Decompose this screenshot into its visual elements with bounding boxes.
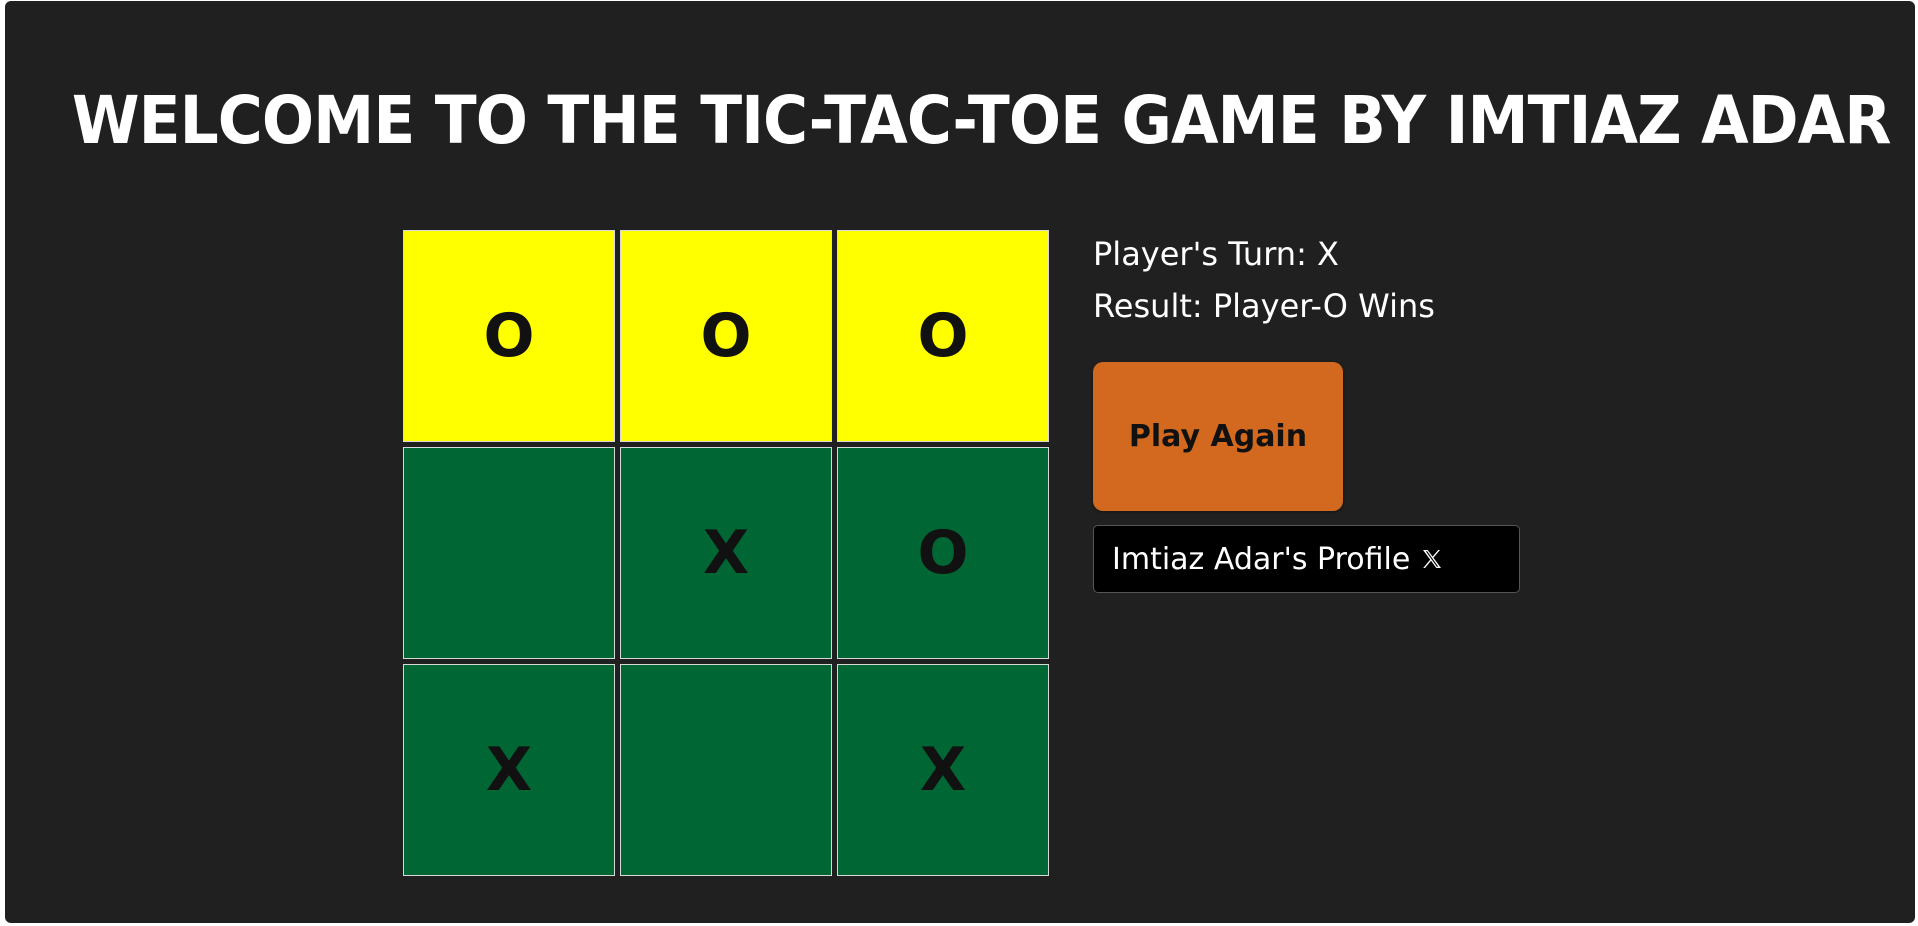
game-board: O O O X O X X [403,230,1055,882]
result-text: Result: Player-O Wins [1093,287,1435,325]
board-cell[interactable] [620,664,832,876]
turn-indicator: Player's Turn: X [1093,235,1339,273]
board-cell[interactable]: X [620,447,832,659]
profile-link-label: Imtiaz Adar's Profile [1112,541,1411,577]
play-again-button[interactable]: Play Again [1093,362,1343,511]
page-title: WELCOME TO THE TIC-TAC-TOE GAME BY IMTIA… [71,82,1892,159]
board-cell[interactable]: X [837,664,1049,876]
x-logo-icon [1423,550,1442,568]
board-cell[interactable]: O [837,230,1049,442]
board-cell[interactable]: O [837,447,1049,659]
game-container: WELCOME TO THE TIC-TAC-TOE GAME BY IMTIA… [5,1,1915,923]
board-cell[interactable]: O [403,230,615,442]
board-cell[interactable]: X [403,664,615,876]
profile-link-button[interactable]: Imtiaz Adar's Profile [1093,525,1520,593]
board-cell[interactable]: O [620,230,832,442]
board-cell[interactable] [403,447,615,659]
